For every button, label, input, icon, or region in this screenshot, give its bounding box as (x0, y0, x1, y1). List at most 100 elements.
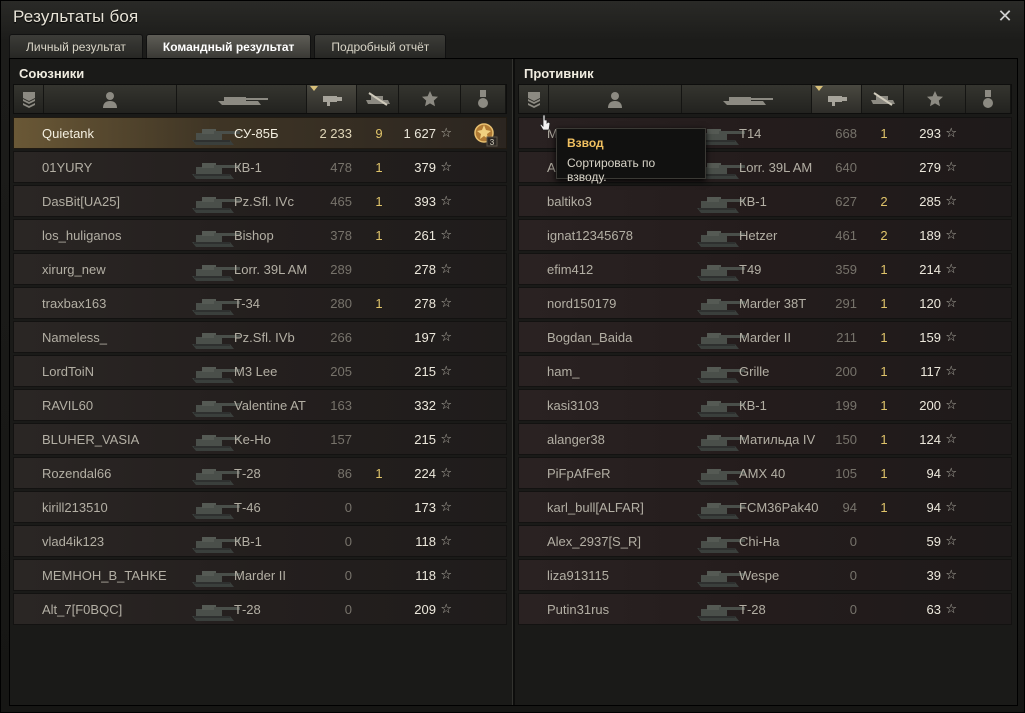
vehicle-name: КВ-1 (234, 159, 262, 175)
damage-value: 668 (835, 125, 857, 141)
allies-platoon-sort-header[interactable] (14, 85, 44, 113)
player-row[interactable]: DasBit[UA25] Pz.Sfl. IVc 465 1 393 ☆ (13, 185, 507, 217)
player-name: MEMHOH_B_TAHKE (42, 567, 167, 583)
allies-frags-sort-header[interactable] (357, 85, 399, 113)
enemies-vehicle-sort-header[interactable] (682, 85, 812, 113)
xp-sort-icon (421, 90, 439, 108)
xp-value: 39 (926, 567, 941, 583)
xp-value: 279 (919, 159, 941, 175)
player-row[interactable]: Nameless_ Pz.Sfl. IVb 266 197 ☆ (13, 321, 507, 353)
player-row[interactable]: MEMHOH_B_TAHKE Marder II 0 118 ☆ (13, 559, 507, 591)
damage-value: 200 (835, 363, 857, 379)
player-row[interactable]: Alex_2937[S_R] Chi-Ha 0 59 ☆ (518, 525, 1012, 557)
damage-value: 86 (337, 465, 352, 481)
player-row[interactable]: baltiko3 КВ-1 627 2 285 ☆ (518, 185, 1012, 217)
xp-star-icon: ☆ (945, 193, 957, 208)
player-name: kasi3103 (547, 397, 600, 413)
player-row[interactable]: 01YURY КВ-1 478 1 379 ☆ (13, 151, 507, 183)
platoon-sort-icon (21, 90, 37, 108)
panel-divider (512, 59, 515, 705)
sort-descending-icon (310, 86, 318, 91)
player-row[interactable]: nord150179 Marder 38T 291 1 120 ☆ (518, 287, 1012, 319)
enemies-platoon-sort-header[interactable] (519, 85, 549, 113)
player-row[interactable]: kasi3103 КВ-1 199 1 200 ☆ (518, 389, 1012, 421)
player-row[interactable]: xirurg_new Lorr. 39L AM 289 278 ☆ (13, 253, 507, 285)
vehicle-name: Valentine AT (234, 397, 306, 413)
close-icon[interactable]: ✕ (996, 7, 1014, 25)
team-results-content: Союзники Quietank СУ-85Б 2 233 9 1 627 ☆ 3 01YU… (9, 58, 1018, 706)
vehicle-name: Lorr. 39L AM (234, 261, 308, 277)
player-row[interactable]: PiFpAfFeR AMX 40 105 1 94 ☆ (518, 457, 1012, 489)
enemies-xp-sort-header[interactable] (904, 85, 966, 113)
player-name: Putin31rus (547, 601, 610, 617)
window-title: Результаты боя (13, 7, 139, 26)
vehicle-sort-icon (719, 91, 775, 107)
player-row[interactable]: liza913115 Wespe 0 39 ☆ (518, 559, 1012, 591)
vehicle-name: Lorr. 39L AM (739, 159, 813, 175)
xp-value: 332 (414, 397, 436, 413)
allies-xp-sort-header[interactable] (399, 85, 461, 113)
allies-player-sort-header[interactable] (44, 85, 177, 113)
player-name: A (547, 159, 556, 175)
xp-value: 293 (919, 125, 941, 141)
player-row[interactable]: karl_bull[ALFAR] FCM36Pak40 94 1 94 ☆ (518, 491, 1012, 523)
vehicle-name: Hetzer (739, 227, 778, 243)
sort-tooltip: Взвод Сортировать по взводу. (556, 128, 706, 184)
sort-descending-icon (815, 86, 823, 91)
damage-value: 0 (849, 601, 857, 617)
enemies-frags-sort-header[interactable] (862, 85, 904, 113)
damage-value: 150 (835, 431, 857, 447)
xp-value: 278 (414, 261, 436, 277)
player-name: nord150179 (547, 295, 617, 311)
vehicle-name: Wespe (739, 567, 780, 583)
vehicle-name: КВ-1 (234, 533, 262, 549)
player-row[interactable]: LordToiN M3 Lee 205 215 ☆ (13, 355, 507, 387)
player-row[interactable]: alanger38 Матильда IV 150 1 124 ☆ (518, 423, 1012, 455)
medals-sort-icon (476, 89, 490, 109)
tab-detailed-report[interactable]: Подробный отчёт (314, 34, 447, 58)
xp-value: 120 (919, 295, 941, 311)
damage-sort-icon (826, 92, 848, 106)
xp-star-icon: ☆ (945, 295, 957, 310)
enemies-damage-sort-header[interactable] (812, 85, 862, 113)
player-row[interactable]: Alt_7[F0BQC] Т-28 0 209 ☆ (13, 593, 507, 625)
allies-damage-sort-header[interactable] (307, 85, 357, 113)
player-row[interactable]: ignat12345678 Hetzer 461 2 189 ☆ (518, 219, 1012, 251)
player-row[interactable]: Putin31rus Т-28 0 63 ☆ (518, 593, 1012, 625)
vehicle-name: Т-46 (234, 499, 261, 515)
player-row[interactable]: Bogdan_Baida Marder II 211 1 159 ☆ (518, 321, 1012, 353)
player-row[interactable]: BLUHER_VASIA Ke-Ho 157 215 ☆ (13, 423, 507, 455)
player-row[interactable]: Quietank СУ-85Б 2 233 9 1 627 ☆ 3 (13, 117, 507, 149)
player-row[interactable]: vlad4ik123 КВ-1 0 118 ☆ (13, 525, 507, 557)
player-name: vlad4ik123 (42, 533, 105, 549)
vehicle-name: Marder II (234, 567, 287, 583)
player-row[interactable]: Rozendal66 Т-28 86 1 224 ☆ (13, 457, 507, 489)
tab-team-result[interactable]: Командный результат (145, 34, 312, 58)
player-row[interactable]: ham_ Grille 200 1 117 ☆ (518, 355, 1012, 387)
enemies-medals-sort-header[interactable] (966, 85, 1011, 113)
allies-medals-sort-header[interactable] (461, 85, 506, 113)
damage-value: 266 (330, 329, 352, 345)
allies-vehicle-sort-header[interactable] (177, 85, 307, 113)
damage-value: 205 (330, 363, 352, 379)
enemies-title: Противник (524, 66, 594, 81)
vehicle-name: T-34 (234, 295, 261, 311)
player-row[interactable]: traxbax163 T-34 280 1 278 ☆ (13, 287, 507, 319)
xp-star-icon: ☆ (945, 465, 957, 480)
enemies-player-sort-header[interactable] (549, 85, 682, 113)
damage-value: 640 (835, 159, 857, 175)
player-row[interactable]: RAVIL60 Valentine AT 163 332 ☆ (13, 389, 507, 421)
player-row[interactable]: efim412 T49 359 1 214 ☆ (518, 253, 1012, 285)
player-name: efim412 (547, 261, 594, 277)
player-name: Alex_2937[S_R] (547, 533, 641, 549)
allies-panel: Союзники Quietank СУ-85Б 2 233 9 1 627 ☆ 3 01YU… (13, 62, 507, 704)
damage-value: 465 (330, 193, 352, 209)
xp-star-icon: ☆ (945, 499, 957, 514)
player-row[interactable]: kirill213510 Т-46 0 173 ☆ (13, 491, 507, 523)
xp-star-icon: ☆ (440, 397, 452, 412)
player-name: kirill213510 (42, 499, 108, 515)
tab-personal-result[interactable]: Личный результат (9, 34, 143, 58)
battle-results-window: Результаты боя ✕ Личный результат Команд… (0, 0, 1025, 713)
player-name: Alt_7[F0BQC] (42, 601, 123, 617)
player-row[interactable]: los_huliganos Bishop 378 1 261 ☆ (13, 219, 507, 251)
